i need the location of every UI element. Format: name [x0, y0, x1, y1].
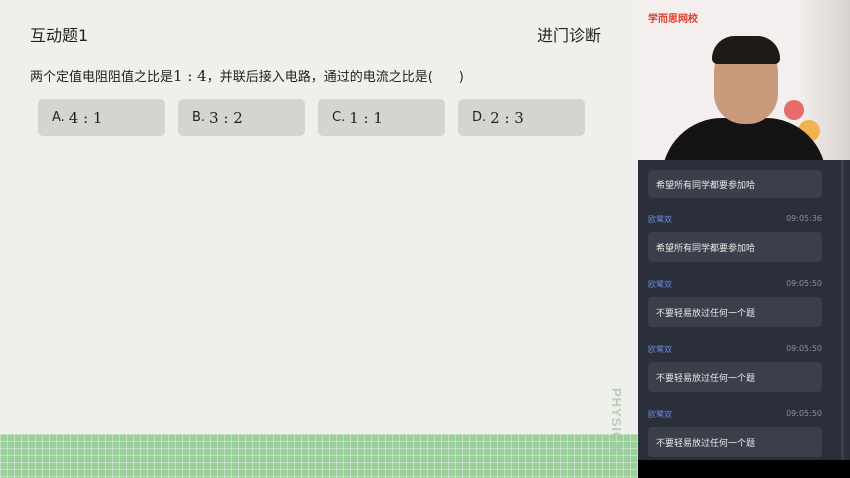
chat-timestamp: 09:05:50	[786, 279, 822, 288]
physics-watermark: PHYSICS	[609, 388, 624, 453]
slide-area: 互动题1 进门诊断 两个定值电阻阻值之比是1 : 4，并联后接入电路，通过的电流…	[0, 0, 638, 478]
option-c-button[interactable]: C. 1 : 1	[318, 99, 445, 136]
option-a-value: 4 : 1	[68, 108, 103, 127]
chat-timestamp: 09:05:50	[786, 344, 822, 353]
right-panel: 学而思网校 希望所有同学都要参加哈 欧鹭双 09:05:36 希望所有同学都要参…	[638, 0, 850, 478]
bottom-bar	[638, 460, 850, 478]
chat-message: 欧鹭双 09:05:50 不要轻易放过任何一个题	[638, 409, 850, 460]
chat-list[interactable]: 希望所有同学都要参加哈 欧鹭双 09:05:36 希望所有同学都要参加哈 欧鹭双…	[638, 160, 850, 460]
decorative-grid-band	[0, 434, 638, 478]
option-d-button[interactable]: D. 2 : 3	[458, 99, 585, 136]
chat-username: 欧鹭双	[648, 410, 672, 419]
chat-timestamp: 09:05:50	[786, 409, 822, 418]
slide-subtitle: 进门诊断	[536, 26, 601, 45]
question-ratio: 1 : 4	[173, 67, 207, 85]
option-c-value: 1 : 1	[349, 108, 383, 127]
question-suffix: ，并联后接入电路，通过的电流之比是( )	[206, 70, 464, 85]
chat-message: 欧鹭双 09:05:50 不要轻易放过任何一个题	[638, 344, 850, 406]
chat-message-bubble: 不要轻易放过任何一个题	[648, 362, 822, 392]
chat-message: 欧鹭双 09:05:50 不要轻易放过任何一个题	[638, 279, 850, 341]
chat-message-bubble: 希望所有同学都要参加哈	[648, 232, 822, 262]
brand-logo: 学而思网校	[648, 14, 698, 25]
question-prefix: 两个定值电阻阻值之比是	[30, 70, 174, 85]
option-a-button[interactable]: A. 4 : 1	[38, 99, 165, 136]
chat-username: 欧鹭双	[648, 345, 672, 354]
option-b-button[interactable]: B. 3 : 2	[178, 99, 305, 136]
slide-title: 互动题1	[30, 26, 89, 45]
option-d-value: 2 : 3	[490, 108, 524, 127]
option-c-letter: C.	[332, 110, 346, 125]
option-b-value: 3 : 2	[209, 108, 243, 127]
chat-username: 欧鹭双	[648, 280, 672, 289]
background-decor-dot	[784, 100, 804, 120]
chat-message: 欧鹭双 09:05:36 希望所有同学都要参加哈	[638, 214, 850, 276]
teacher-video: 学而思网校	[638, 0, 850, 160]
chat-message-bubble: 不要轻易放过任何一个题	[648, 297, 822, 327]
question-text: 两个定值电阻阻值之比是1 : 4，并联后接入电路，通过的电流之比是( )	[30, 66, 464, 85]
teacher-figure-hair	[712, 36, 780, 64]
chat-timestamp: 09:05:36	[786, 214, 822, 223]
chat-username: 欧鹭双	[648, 215, 672, 224]
chat-scrollbar[interactable]	[841, 160, 844, 460]
option-d-letter: D.	[472, 110, 487, 125]
answer-options: A. 4 : 1 B. 3 : 2 C. 1 : 1 D. 2 : 3	[38, 99, 598, 136]
option-a-letter: A.	[52, 110, 65, 125]
option-b-letter: B.	[192, 110, 206, 125]
chat-message-bubble: 不要轻易放过任何一个题	[648, 427, 822, 457]
chat-message-bubble: 希望所有同学都要参加哈	[648, 170, 822, 198]
